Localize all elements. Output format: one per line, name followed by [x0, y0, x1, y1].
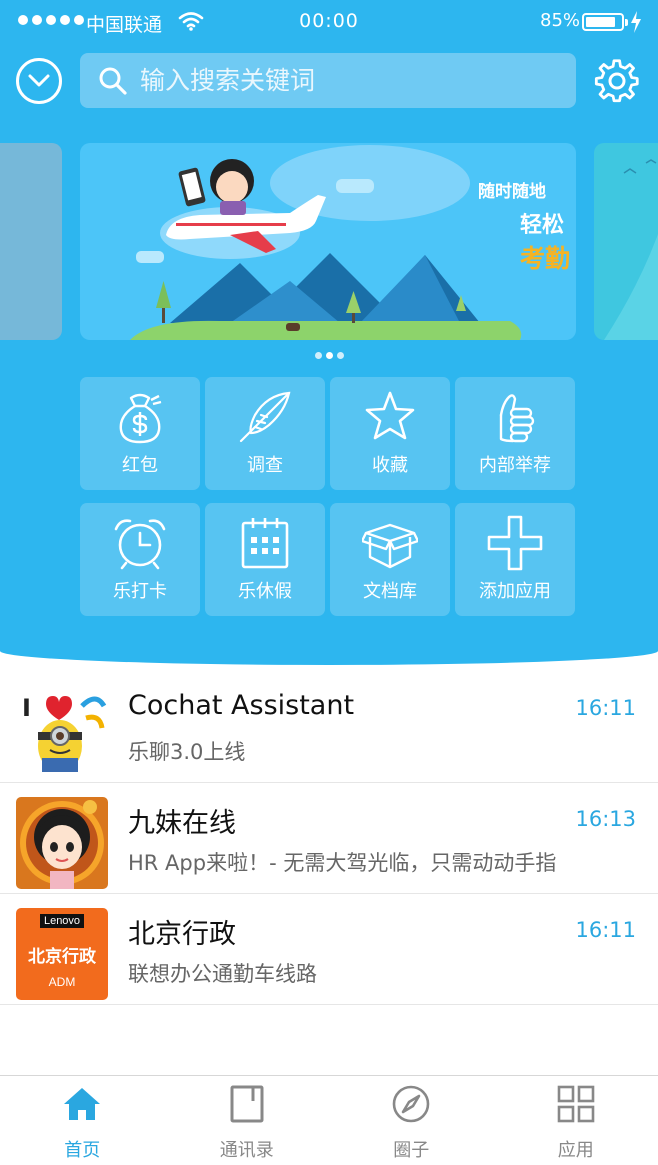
home-icon	[62, 1084, 102, 1124]
app-tile-label: 添加应用	[479, 581, 551, 602]
apps-grid-icon	[556, 1084, 596, 1124]
avatar: I	[16, 686, 108, 778]
banner-subheadline: 轻松考勤	[520, 207, 576, 275]
app-tile-documents[interactable]: 文档库	[330, 503, 450, 616]
banner-headline: 随时随地	[478, 182, 546, 202]
avatar: Lenovo 北京行政 ADM	[16, 908, 108, 1000]
contacts-icon	[227, 1084, 267, 1124]
money-bag-icon	[112, 389, 168, 445]
app-tile-check-in[interactable]: 乐打卡	[80, 503, 200, 616]
next-slide-illustration	[604, 159, 658, 340]
carousel-dot-active[interactable]	[325, 352, 333, 359]
top-header	[0, 48, 658, 118]
alarm-clock-icon	[112, 515, 168, 571]
settings-button[interactable]	[592, 56, 642, 106]
tab-label: 圈子	[393, 1140, 430, 1161]
avatar-title: 北京行政	[28, 947, 96, 967]
conversation-name: 北京行政	[128, 919, 236, 950]
dropdown-button[interactable]	[16, 58, 62, 104]
app-tile-label: 乐休假	[238, 581, 292, 602]
avatar-letter: I	[22, 694, 31, 722]
banner-illustration	[130, 145, 522, 340]
app-tile-label: 文档库	[363, 581, 417, 602]
avatar	[16, 797, 108, 889]
app-tile-referral[interactable]: 内部举荐	[455, 377, 575, 490]
app-tile-favorites[interactable]: 收藏	[330, 377, 450, 490]
gear-icon	[594, 59, 639, 103]
chevron-down-icon	[28, 74, 50, 87]
conversation-time: 16:11	[575, 918, 636, 942]
tab-home[interactable]: 首页	[0, 1076, 165, 1165]
app-tile-label: 内部举荐	[479, 455, 551, 476]
app-tile-label: 收藏	[372, 455, 408, 476]
thumbs-up-icon	[487, 389, 543, 445]
conversation-preview: HR App来啦！- 无需大驾光临，只需动动手指	[128, 851, 557, 875]
box-icon	[362, 515, 418, 571]
banner-next-slide[interactable]	[594, 143, 658, 340]
avatar-brand-label: Lenovo	[39, 914, 85, 928]
conversation-preview: 联想办公通勤车线路	[128, 962, 317, 986]
carousel-dot[interactable]	[336, 352, 344, 359]
search-bar[interactable]	[80, 53, 576, 108]
calendar-icon	[237, 515, 293, 571]
list-item[interactable]: I Cochat Assistant 16:11 乐聊3.0上线	[0, 672, 658, 783]
plus-icon	[487, 515, 543, 571]
bottom-tab-bar: 首页 通讯录 圈子 应用	[0, 1075, 658, 1165]
list-item[interactable]: Lenovo 北京行政 ADM 北京行政 16:11 联想办公通勤车线路	[0, 894, 658, 1005]
conversation-preview: 乐聊3.0上线	[128, 740, 246, 764]
app-tile-add-app[interactable]: 添加应用	[455, 503, 575, 616]
tab-circle[interactable]: 圈子	[329, 1076, 494, 1165]
battery-icon	[582, 13, 628, 31]
banner-prev-slide[interactable]	[0, 143, 62, 340]
search-icon	[96, 64, 130, 98]
carousel-dot[interactable]	[314, 352, 322, 359]
banner-subheadline-prefix: 轻松	[520, 213, 565, 238]
conversation-time: 16:11	[575, 696, 636, 720]
compass-icon	[391, 1084, 431, 1124]
search-input[interactable]	[130, 53, 576, 108]
carousel-indicator	[0, 352, 658, 359]
tab-label: 首页	[64, 1140, 101, 1161]
charging-icon	[631, 11, 641, 33]
tab-label: 应用	[557, 1140, 594, 1161]
app-tile-label: 调查	[247, 455, 283, 476]
app-tile-leave[interactable]: 乐休假	[205, 503, 325, 616]
app-tile-red-packet[interactable]: 红包	[80, 377, 200, 490]
app-tile-survey[interactable]: 调查	[205, 377, 325, 490]
star-icon	[362, 389, 418, 445]
app-grid: 红包 调查 收藏 内部举荐 乐打卡 乐休假 文档库 添加应用	[80, 377, 576, 616]
banner-carousel[interactable]: 随时随地 轻松考勤	[0, 143, 658, 340]
app-tile-label: 红包	[122, 455, 158, 476]
feather-icon	[237, 389, 293, 445]
app-tile-label: 乐打卡	[113, 581, 167, 602]
conversation-time: 16:13	[575, 807, 636, 831]
banner-slide[interactable]: 随时随地 轻松考勤	[80, 143, 576, 340]
message-list: I Cochat Assistant 16:11 乐聊3.0上线 九妹在线 16…	[0, 672, 658, 1005]
battery-percentage: 85%	[540, 10, 581, 31]
tab-label: 通讯录	[219, 1140, 274, 1161]
conversation-name: 九妹在线	[128, 808, 236, 839]
tab-contacts[interactable]: 通讯录	[165, 1076, 330, 1165]
conversation-name: Cochat Assistant	[128, 690, 355, 721]
avatar-subtitle: ADM	[48, 975, 76, 989]
banner-subheadline-accent: 考勤	[520, 244, 571, 273]
status-bar: 中国联通 00:00 85%	[0, 0, 658, 44]
tab-apps[interactable]: 应用	[494, 1076, 658, 1165]
list-item[interactable]: 九妹在线 16:13 HR App来啦！- 无需大驾光临，只需动动手指	[0, 783, 658, 894]
